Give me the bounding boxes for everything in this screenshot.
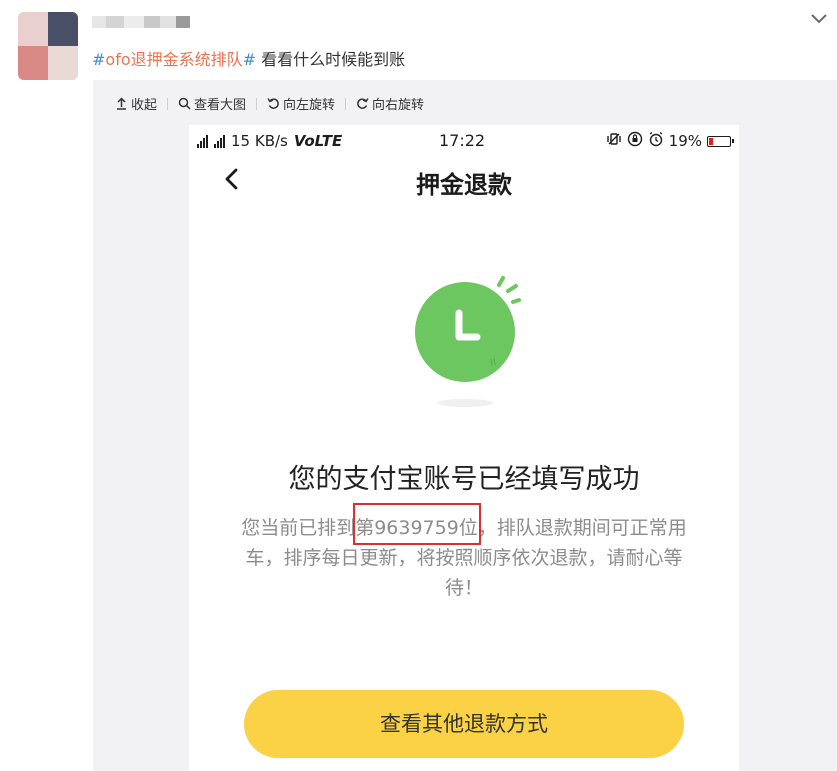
status-time: 17:22 xyxy=(439,131,486,150)
rotate-right-icon xyxy=(357,98,369,109)
phone-screenshot: 15 KB/s VoLTE 17:22 19% 押金退款 您的支付宝账号已经填写… xyxy=(189,125,739,771)
nav-bar: 押金退款 xyxy=(189,157,739,201)
desc-line: 待！ xyxy=(444,577,483,599)
post-body: 看看什么时候能到账 xyxy=(256,50,406,69)
queue-position-highlight xyxy=(353,503,481,545)
success-headline: 您的支付宝账号已经填写成功 xyxy=(288,464,640,495)
collapse-icon xyxy=(117,97,126,110)
network-speed: 15 KB/s xyxy=(231,132,288,150)
battery-icon xyxy=(707,135,734,147)
chevron-down-icon[interactable] xyxy=(809,10,829,30)
view-large-label: 查看大图 xyxy=(194,98,247,113)
signal-icon xyxy=(197,134,208,148)
rotate-left-button[interactable]: 向左旋转 xyxy=(267,94,335,113)
signal-icon xyxy=(214,134,225,148)
rotation-lock-icon xyxy=(627,131,643,151)
rotate-right-label: 向右旋转 xyxy=(372,98,425,113)
clock-illustration xyxy=(413,275,533,415)
divider xyxy=(345,97,347,110)
page-title: 押金退款 xyxy=(416,171,512,199)
vibrate-icon xyxy=(606,132,622,150)
divider xyxy=(167,97,169,110)
weibo-post: #ofo退押金系统排队# 看看什么时候能到账 收起 查看大图 向左旋转 向右旋转 xyxy=(0,0,837,771)
hashtag-link[interactable]: #ofo退押金系统排队# xyxy=(92,50,256,69)
view-large-button[interactable]: 查看大图 xyxy=(178,94,246,113)
avatar[interactable] xyxy=(18,12,78,80)
divider xyxy=(256,97,258,110)
battery-percent: 19% xyxy=(668,132,702,150)
rotate-right-button[interactable]: 向右旋转 xyxy=(356,94,424,113)
search-icon xyxy=(178,97,191,110)
rotate-left-label: 向左旋转 xyxy=(283,98,336,113)
username-blurred[interactable] xyxy=(92,12,190,32)
media-viewer: 收起 查看大图 向左旋转 向右旋转 15 KB/s VoLTE 17:22 19… xyxy=(93,80,837,771)
media-toolbar: 收起 查看大图 向左旋转 向右旋转 xyxy=(115,94,424,113)
status-bar: 15 KB/s VoLTE 17:22 19% xyxy=(189,125,739,157)
other-refund-methods-button[interactable]: 查看其他退款方式 xyxy=(244,690,684,758)
volte-badge: VoLTE xyxy=(293,132,343,150)
rotate-left-icon xyxy=(267,98,279,109)
alarm-icon xyxy=(648,131,664,151)
post-text: #ofo退押金系统排队# 看看什么时候能到账 xyxy=(92,46,405,70)
collapse-label: 收起 xyxy=(131,98,158,113)
collapse-button[interactable]: 收起 xyxy=(115,94,157,113)
desc-line: 车，排序每日更新，将按照顺序依次退款，请耐心等 xyxy=(245,547,683,569)
